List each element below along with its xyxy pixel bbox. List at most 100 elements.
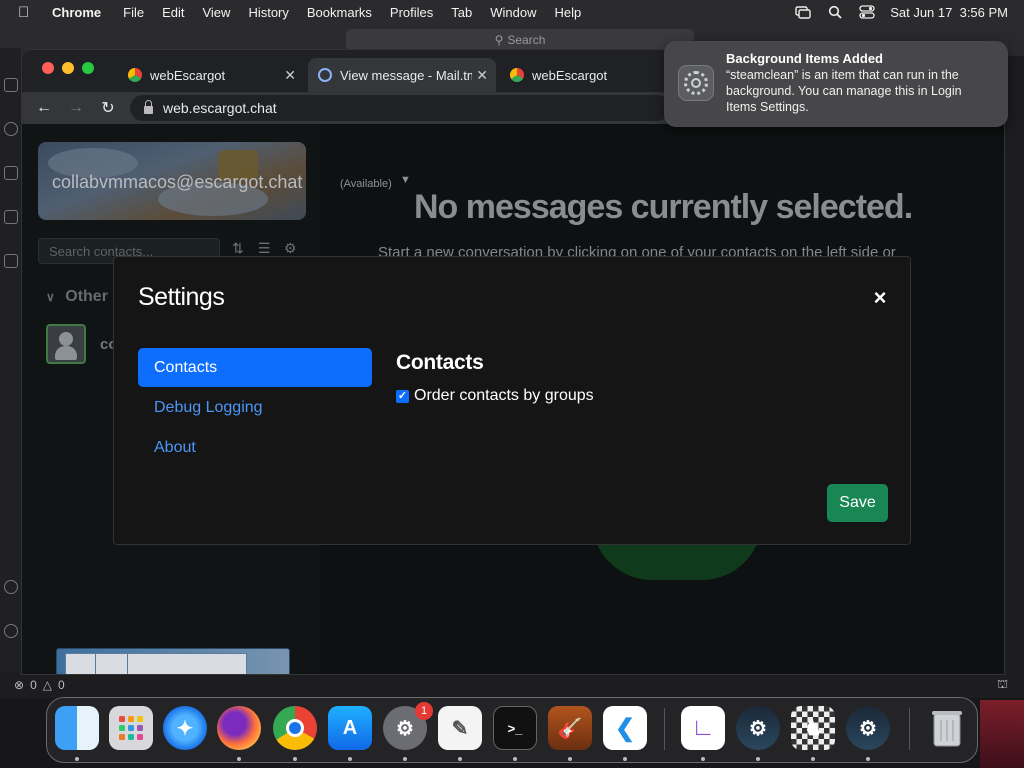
settings-nav-label: About: [154, 438, 196, 456]
address-url: web.escargot.chat: [163, 100, 277, 116]
safari-icon[interactable]: ✦: [163, 706, 207, 750]
desktop-wallpaper: [980, 700, 1024, 768]
visual-studio-icon[interactable]: ∟: [681, 706, 725, 750]
close-tab-icon[interactable]: ✕: [284, 67, 296, 84]
person-icon-body: [55, 346, 77, 360]
running-indicator: [756, 757, 760, 761]
save-button[interactable]: Save: [827, 484, 888, 522]
dock-separator: [909, 708, 910, 750]
settings-nav-about[interactable]: About: [138, 428, 372, 467]
order-contacts-label[interactable]: Order contacts by groups: [414, 387, 594, 405]
tab-view-message[interactable]: View message - Mail.tm ✕: [308, 58, 496, 92]
search-icon[interactable]: [826, 5, 844, 19]
menu-view[interactable]: View: [202, 5, 230, 20]
escargot-favicon-icon: [128, 68, 142, 82]
menu-edit[interactable]: Edit: [162, 5, 184, 20]
notifications-bell-icon[interactable]: ⛫: [997, 677, 1008, 693]
steam-icon[interactable]: ⚙: [846, 706, 890, 750]
person-icon: [59, 332, 73, 346]
error-count: 0: [30, 678, 37, 692]
dock: ✦ A ⚙ 1 ✎ >_ 🎸 ❮ ∟ ⚙ ♞ ⚙: [46, 697, 978, 763]
running-indicator: [866, 757, 870, 761]
forward-arrow-icon[interactable]: →: [65, 97, 87, 119]
running-indicator: [348, 757, 352, 761]
trash-icon[interactable]: [925, 706, 969, 750]
extensions-icon[interactable]: [4, 254, 18, 268]
notification-badge: 1: [415, 702, 433, 720]
settings-nav-contacts[interactable]: Contacts: [138, 348, 372, 387]
manage-gear-icon[interactable]: [4, 624, 18, 638]
error-icon[interactable]: ⊗: [14, 678, 24, 692]
steam-icon[interactable]: ⚙: [736, 706, 780, 750]
menu-file[interactable]: File: [123, 5, 144, 20]
menu-bookmarks[interactable]: Bookmarks: [307, 5, 372, 20]
firefox-icon[interactable]: [217, 706, 261, 750]
background-items-notification[interactable]: Background Items Added “steamclean” is a…: [664, 41, 1008, 127]
ide-status-bar: ⊗ 0 △ 0 ⛫: [0, 672, 1024, 698]
status-dropdown-icon[interactable]: ▼: [400, 174, 411, 186]
tab-title: webEscargot: [532, 67, 608, 83]
ide-activity-bar: [0, 48, 22, 688]
tab-webescargot-1[interactable]: webEscargot ✕: [118, 58, 304, 92]
group-header-label: Other: [65, 288, 108, 305]
list-icon[interactable]: ☰: [258, 240, 271, 257]
chrome-icon[interactable]: [273, 706, 317, 750]
garageband-icon[interactable]: 🎸: [548, 706, 592, 750]
lock-icon[interactable]: [144, 100, 153, 114]
menu-profiles[interactable]: Profiles: [390, 5, 433, 20]
close-icon[interactable]: ×: [870, 287, 890, 309]
account-icon[interactable]: [4, 580, 18, 594]
menu-tab[interactable]: Tab: [451, 5, 472, 20]
screen-mirroring-icon[interactable]: [794, 5, 812, 19]
apple-menu-icon[interactable]: : [18, 4, 42, 21]
app-store-icon[interactable]: A: [328, 706, 372, 750]
window-thumbnail-preview[interactable]: [56, 648, 290, 674]
chess-icon[interactable]: ♞: [791, 706, 835, 750]
mail-favicon-icon: [318, 68, 332, 82]
search-icon[interactable]: [4, 122, 18, 136]
profile-status[interactable]: (Available): [340, 178, 392, 190]
settings-gear-icon[interactable]: ⚙: [284, 240, 297, 257]
tab-webescargot-2[interactable]: webEscargot: [500, 58, 660, 92]
save-button-label: Save: [839, 494, 876, 511]
launchpad-icon[interactable]: [109, 706, 153, 750]
running-indicator: [811, 757, 815, 761]
vscode-icon[interactable]: ❮: [603, 706, 647, 750]
back-arrow-icon[interactable]: ←: [33, 97, 55, 119]
ide-search-field[interactable]: ⚲ Search: [346, 29, 694, 51]
settings-nav-label: Debug Logging: [154, 398, 263, 416]
system-settings-gear-icon: [678, 65, 714, 101]
running-indicator: [513, 757, 517, 761]
close-tab-icon[interactable]: ✕: [476, 67, 488, 84]
textedit-icon[interactable]: ✎: [438, 706, 482, 750]
finder-icon[interactable]: [55, 706, 99, 750]
tab-title: View message - Mail.tm: [340, 67, 472, 83]
source-control-icon[interactable]: [4, 166, 18, 180]
checkmark-icon: ✓: [397, 389, 408, 402]
sort-icon[interactable]: ⇅: [232, 240, 244, 257]
dock-separator: [664, 708, 665, 750]
order-contacts-checkbox[interactable]: ✓: [396, 389, 409, 403]
contact-avatar[interactable]: [46, 324, 86, 364]
debug-icon[interactable]: [4, 210, 18, 224]
notification-text: Background Items Added “steamclean” is a…: [726, 51, 994, 127]
menu-window[interactable]: Window: [490, 5, 536, 20]
app-menu[interactable]: Chrome: [52, 5, 101, 20]
warning-icon[interactable]: △: [43, 678, 52, 692]
menu-clock[interactable]: Sat Jun 17 3:56 PM: [890, 5, 1008, 20]
settings-nav-label: Contacts: [154, 358, 218, 376]
menu-help[interactable]: Help: [555, 5, 582, 20]
explorer-icon[interactable]: [4, 78, 18, 92]
profile-email[interactable]: collabvmmacos@escargot.chat: [52, 172, 302, 193]
settings-nav-debug-logging[interactable]: Debug Logging: [138, 388, 372, 427]
minimize-window-button[interactable]: [62, 62, 74, 74]
terminal-icon[interactable]: >_: [493, 706, 537, 750]
contact-group-header[interactable]: ∨ Other: [46, 288, 108, 306]
menu-history[interactable]: History: [248, 5, 288, 20]
maximize-window-button[interactable]: [82, 62, 94, 74]
reload-icon[interactable]: ↻: [97, 97, 119, 119]
address-bar[interactable]: web.escargot.chat: [130, 95, 670, 121]
control-center-icon[interactable]: [858, 5, 876, 19]
settings-modal: Settings × Contacts Debug Logging About …: [113, 256, 911, 545]
close-window-button[interactable]: [42, 62, 54, 74]
